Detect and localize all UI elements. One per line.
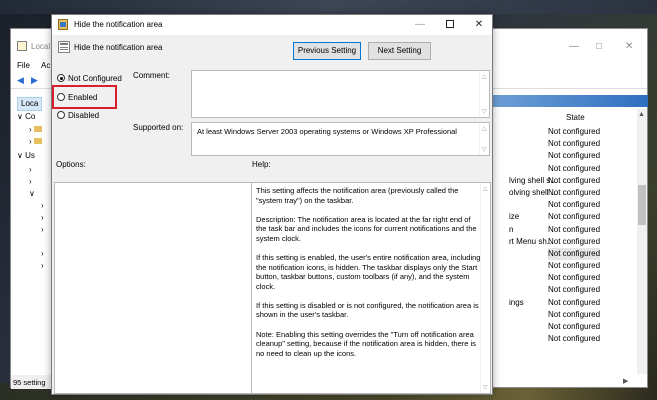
tree-item[interactable]: › — [41, 201, 44, 210]
radio-button[interactable] — [57, 111, 65, 119]
tree-item[interactable]: ∨ Us — [17, 151, 35, 160]
state-cell[interactable]: Not configured — [548, 163, 600, 175]
state-column-header[interactable]: State — [566, 113, 585, 122]
state-cell[interactable]: Not configured — [548, 297, 600, 309]
tree-root-label: Loca — [21, 99, 39, 108]
setting-page-icon — [58, 41, 70, 53]
scroll-down-icon[interactable]: ▽ — [482, 146, 487, 153]
state-cell[interactable]: Not configured — [548, 224, 600, 236]
tree-item[interactable]: ∨ Co — [17, 112, 35, 121]
desktop-background-top — [0, 0, 657, 14]
next-setting-button[interactable]: Next Setting — [368, 42, 431, 60]
supported-on-label: Supported on: — [133, 123, 184, 132]
tree-item[interactable]: › — [29, 165, 32, 174]
forward-arrow-icon[interactable]: ▶ — [31, 75, 38, 86]
radio-button-checked[interactable] — [57, 74, 65, 82]
radio-label: Disabled — [68, 110, 100, 120]
scroll-right-icon[interactable]: ▶ — [623, 377, 628, 385]
minimize-button[interactable]: — — [405, 16, 435, 34]
enabled-highlight-box — [52, 85, 117, 109]
help-label: Help: — [252, 160, 271, 169]
state-cell[interactable]: Not configured — [548, 126, 600, 138]
comment-label: Comment: — [133, 71, 170, 80]
help-paragraph: Description: The notification area is lo… — [256, 214, 477, 243]
scroll-up-icon[interactable]: △ — [482, 125, 487, 132]
editor-app-icon — [17, 41, 27, 51]
dialog-titlebar: Hide the notification area — ✕ — [52, 15, 492, 35]
tree-item[interactable]: › — [29, 125, 42, 134]
tree-item[interactable]: › — [41, 261, 44, 270]
radio-not-configured[interactable]: Not Configured — [57, 72, 122, 84]
radio-label: Not Configured — [68, 73, 122, 83]
state-cell[interactable]: Not configured — [548, 150, 600, 162]
menu-action[interactable]: Ac — [41, 61, 50, 70]
scroll-down-icon[interactable]: ▽ — [482, 108, 487, 115]
menu-file[interactable]: File — [17, 61, 30, 70]
options-label: Options: — [56, 160, 86, 169]
close-icon[interactable]: ✕ — [625, 41, 633, 52]
minimize-icon[interactable]: — — [569, 41, 579, 52]
state-cell[interactable]: Not configured — [548, 236, 600, 248]
policy-icon — [58, 19, 68, 30]
folder-icon — [33, 126, 42, 132]
help-paragraph: Note: Enabling this setting overrides th… — [256, 329, 476, 358]
policy-setting-dialog: Hide the notification area — ✕ Hide the … — [51, 14, 493, 395]
scroll-thumb[interactable] — [638, 185, 646, 225]
help-paragraph: If this setting is enabled, the user's e… — [256, 252, 481, 291]
help-paragraph: If this setting is disabled or is not co… — [256, 300, 479, 320]
help-panel: This setting affects the notification ar… — [251, 182, 491, 394]
folder-icon — [33, 138, 42, 144]
state-cell[interactable]: Not configured — [548, 138, 600, 150]
dialog-title: Hide the notification area — [74, 20, 163, 29]
tree-item[interactable]: › — [41, 225, 44, 234]
back-arrow-icon[interactable]: ◀ — [17, 75, 24, 86]
tree-item[interactable]: › — [41, 249, 44, 258]
tree-root-item[interactable]: Loca — [17, 97, 43, 111]
tree-item-label: Co — [25, 112, 36, 121]
supported-on-value: At least Windows Server 2003 operating s… — [197, 127, 457, 136]
comment-textbox[interactable]: △ ▽ — [191, 70, 490, 118]
settings-list: State lving shell s... olving shell ... iz… — [491, 109, 639, 386]
maximize-button[interactable] — [435, 16, 465, 34]
tree-item[interactable]: ∨ — [29, 189, 35, 198]
list-header-band — [491, 95, 648, 107]
scroll-down-icon[interactable]: ▽ — [483, 384, 488, 391]
state-cell[interactable]: Not configured — [548, 187, 600, 199]
supported-scrollbar[interactable]: △ ▽ — [479, 123, 489, 155]
tree-item-label: Us — [25, 151, 35, 160]
tree-item[interactable]: › — [41, 213, 44, 222]
scroll-up-icon[interactable]: ▲ — [638, 111, 645, 118]
state-cell[interactable]: Not configured — [548, 211, 600, 223]
close-button[interactable]: ✕ — [464, 16, 494, 34]
state-cell[interactable]: Not configured — [548, 284, 600, 296]
supported-on-field: At least Windows Server 2003 operating s… — [191, 122, 490, 156]
state-column: Not configured Not configured Not configur… — [548, 126, 601, 345]
tree-item[interactable]: › — [29, 177, 32, 186]
help-paragraph: This setting affects the notification ar… — [256, 186, 459, 205]
state-cell[interactable]: Not configured — [548, 260, 600, 272]
options-panel — [54, 182, 273, 394]
state-cell[interactable]: Not configured — [548, 272, 600, 284]
help-text: This setting affects the notification ar… — [256, 186, 482, 368]
comment-scrollbar[interactable]: △ ▽ — [479, 71, 489, 117]
scroll-up-icon[interactable]: △ — [482, 73, 487, 80]
list-vertical-scrollbar[interactable]: ▲ — [637, 109, 647, 374]
help-scrollbar[interactable]: △ ▽ — [480, 183, 490, 393]
editor-title: Local — [31, 42, 51, 51]
maximize-icon[interactable]: □ — [596, 41, 602, 52]
state-cell[interactable]: Not configured — [548, 321, 600, 333]
radio-disabled[interactable]: Disabled — [57, 109, 99, 121]
scroll-up-icon[interactable]: △ — [483, 185, 488, 192]
previous-setting-button[interactable]: Previous Setting — [293, 42, 361, 60]
state-cell[interactable]: Not configured — [548, 247, 601, 261]
tree-item[interactable]: › — [29, 137, 42, 146]
maximize-icon — [446, 20, 454, 29]
state-cell[interactable]: Not configured — [548, 333, 600, 345]
state-cell[interactable]: Not configured — [548, 309, 600, 321]
state-cell[interactable]: Not configured — [548, 199, 600, 211]
state-cell[interactable]: Not configured — [548, 175, 600, 187]
setting-header-title: Hide the notification area — [74, 43, 163, 52]
